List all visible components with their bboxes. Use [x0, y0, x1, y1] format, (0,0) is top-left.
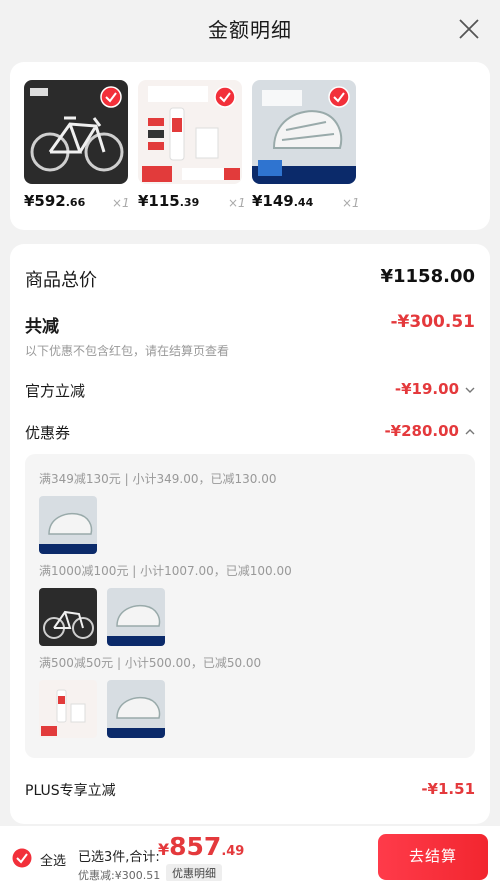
- official-discount-label: 官方立减: [25, 382, 86, 400]
- coupon-row[interactable]: 优惠券 -¥280.00: [25, 422, 475, 443]
- select-all-label[interactable]: 全选: [40, 850, 66, 869]
- helmet-thumb: [107, 680, 165, 738]
- product-qty: ×1: [228, 196, 246, 210]
- selected-summary: 已选3件,合计:: [78, 850, 160, 865]
- select-all-check-icon[interactable]: [12, 848, 32, 868]
- price-detail-card: 商品总价 ¥1158.00 共减 -¥300.51 以下优惠不包含红包，请在结算…: [10, 244, 490, 824]
- bottle-thumb: [39, 680, 97, 738]
- close-icon[interactable]: [458, 18, 480, 40]
- plus-discount-value: -¥1.51: [421, 780, 475, 798]
- coupon-group-label: 满500减50元 | 小计500.00，已减50.00: [39, 656, 262, 670]
- total-price-label: 商品总价: [25, 270, 97, 291]
- coupon-group-label: 满349减130元 | 小计349.00，已减130.00: [39, 472, 277, 486]
- saved-row: 共减 -¥300.51: [25, 312, 475, 337]
- bike-thumb: [39, 588, 97, 646]
- product-qty: ×1: [112, 196, 130, 210]
- saved-value: -¥300.51: [390, 312, 476, 332]
- total-amount: ¥857.49: [158, 832, 245, 861]
- total-price-value: ¥1158.00: [380, 266, 475, 287]
- product-image[interactable]: [138, 80, 242, 184]
- product-price: ¥592.66: [24, 192, 86, 210]
- checkout-button[interactable]: 去结算: [378, 834, 488, 880]
- chevron-up-icon[interactable]: [465, 427, 475, 437]
- product-qty: ×1: [342, 196, 360, 210]
- check-icon[interactable]: [214, 86, 236, 108]
- official-discount-value: -¥19.00: [394, 380, 459, 398]
- check-icon[interactable]: [100, 86, 122, 108]
- chevron-down-icon[interactable]: [465, 385, 475, 395]
- coupon-breakdown: 满349减130元 | 小计349.00，已减130.00 满1000减100元…: [25, 454, 475, 758]
- saved-note: 以下优惠不包含红包，请在结算页查看: [25, 344, 230, 358]
- discount-amount: 优惠减:¥300.51: [78, 869, 161, 881]
- plus-discount-row: PLUS专享立减 -¥1.51: [25, 780, 475, 800]
- helmet-thumb: [107, 588, 165, 646]
- product-item[interactable]: ¥149.44 ×1: [252, 80, 360, 210]
- coupon-group-label: 满1000减100元 | 小计1007.00，已减100.00: [39, 564, 292, 578]
- discount-detail-tag[interactable]: 优惠明细: [166, 864, 222, 881]
- official-discount-row[interactable]: 官方立减 -¥19.00: [25, 380, 475, 401]
- coupon-label: 优惠券: [25, 424, 71, 442]
- helmet-image[interactable]: [252, 80, 356, 184]
- check-icon[interactable]: [328, 86, 350, 108]
- helmet-thumb: [39, 496, 97, 554]
- page-title: 金额明细: [208, 18, 292, 42]
- coupon-value: -¥280.00: [384, 422, 459, 440]
- plus-discount-label: PLUS专享立减: [25, 783, 116, 799]
- checkout-bar: 全选 已选3件,合计: ¥857.49 优惠减:¥300.51 优惠明细 去结算: [0, 826, 500, 881]
- total-price-row: 商品总价 ¥1158.00: [25, 266, 475, 292]
- saved-label: 共减: [25, 317, 59, 337]
- product-item[interactable]: ¥592.66 ×1: [24, 80, 130, 210]
- bike-image[interactable]: [24, 80, 128, 184]
- header: 金额明细: [0, 0, 500, 58]
- product-price: ¥115.39: [138, 192, 200, 210]
- product-price: ¥149.44: [252, 192, 314, 210]
- product-item[interactable]: ¥115.39 ×1: [138, 80, 246, 210]
- product-strip: ¥592.66 ×1 ¥115.39 ×1 ¥149.44 ×1: [10, 62, 490, 230]
